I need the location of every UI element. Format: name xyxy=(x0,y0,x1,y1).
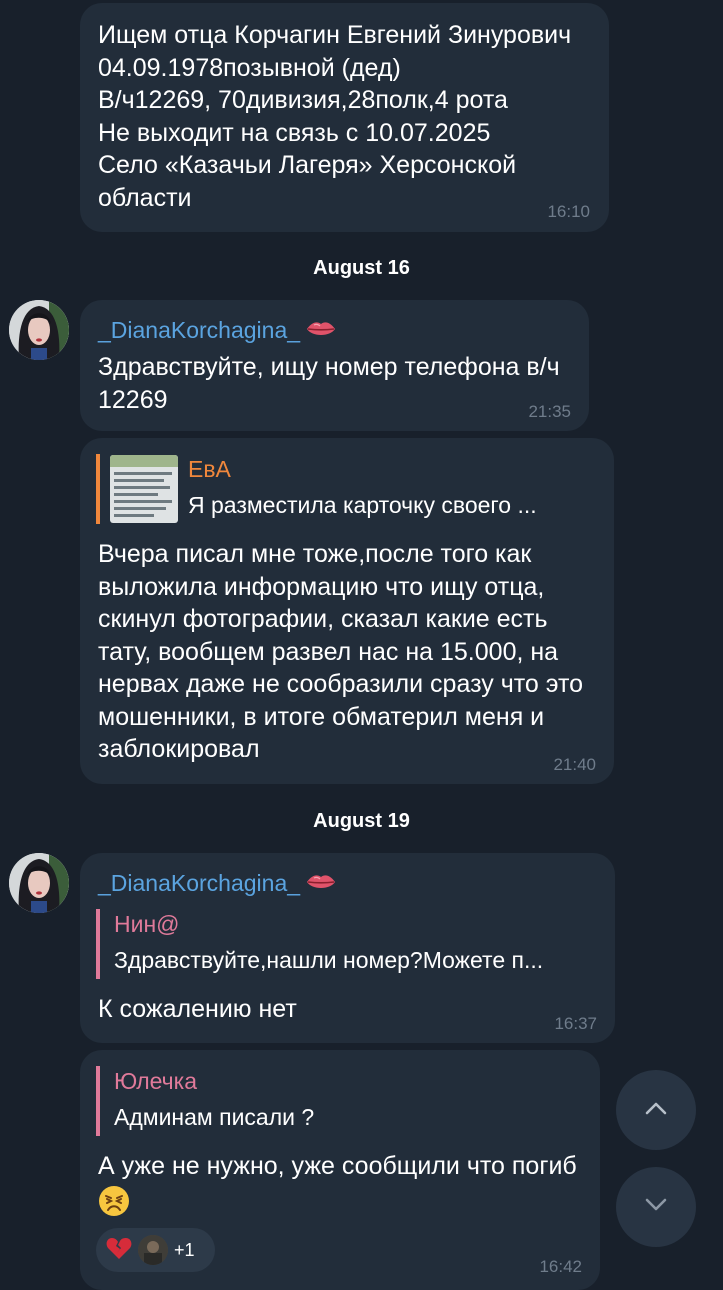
message-line: Здравствуйте, ищу номер телефона в/ч xyxy=(98,353,560,381)
date-separator: August 19 xyxy=(313,810,410,832)
reply-author: Юлечка xyxy=(114,1068,197,1094)
message-line: Вчера писал мне тоже,после того как xyxy=(98,540,532,568)
reply-preview[interactable]: Юлечка Админам писали ? xyxy=(96,1066,581,1136)
message-text: К сожалению нет xyxy=(98,993,297,1026)
message-line: скинул фотографии, сказал какие есть xyxy=(98,605,548,633)
message-line: 04.09.1978позывной (дед) xyxy=(98,53,401,82)
reply-preview[interactable]: Нин@ Здравствуйте,нашли номер?Можете п..… xyxy=(96,909,596,979)
message-bubble[interactable]: Ищем отца Корчагин Евгений Зинурович 04.… xyxy=(80,3,609,232)
scroll-down-button[interactable] xyxy=(616,1167,696,1247)
message-text: Вчера писал мне тоже,после того как выло… xyxy=(98,538,583,766)
message-line: 12269 xyxy=(98,385,168,414)
message-text: Здравствуйте, ищу номер телефона в/ч 122… xyxy=(98,351,560,416)
message-line: тату, вообщем развел нас на 15.000, на xyxy=(98,637,559,666)
scroll-up-button[interactable] xyxy=(616,1070,696,1150)
message-time: 21:35 xyxy=(528,402,571,421)
message-bubble[interactable]: ЕвА Я разместила карточку своего ... Вче… xyxy=(80,438,614,784)
reply-thumbnail xyxy=(110,455,178,523)
chevron-down-icon xyxy=(644,1198,668,1217)
reply-author: ЕвА xyxy=(188,456,231,482)
reply-author: Нин@ xyxy=(114,911,180,937)
message-line: выложила информацию что ищу отца, xyxy=(98,572,545,601)
sender-name-text: _DianaKorchagina_ xyxy=(98,317,301,343)
broken-heart-icon xyxy=(106,1236,132,1265)
message-line: области xyxy=(98,183,192,212)
avatar[interactable] xyxy=(9,853,69,913)
message-line: мошенники, в итоге обматерил меня и xyxy=(98,702,545,731)
reply-text: Я разместила карточку своего ... xyxy=(188,492,537,518)
reaction-button[interactable]: +1 xyxy=(96,1228,215,1272)
reply-text: Здравствуйте,нашли номер?Можете п... xyxy=(114,947,544,973)
message-time: 16:37 xyxy=(554,1014,597,1033)
message-text: Ищем отца Корчагин Евгений Зинурович 04.… xyxy=(98,19,571,214)
avatar[interactable] xyxy=(9,300,69,360)
message-time: 16:42 xyxy=(539,1257,582,1276)
message-line: нервах даже не сообразили сразу что это xyxy=(98,670,584,698)
message-line: А уже не нужно, уже сообщили что погиб xyxy=(98,1152,577,1180)
reaction-count: +1 xyxy=(174,1239,195,1260)
message-time: 16:10 xyxy=(547,202,590,221)
reply-preview[interactable]: ЕвА Я разместила карточку своего ... xyxy=(96,454,591,524)
message-time: 21:40 xyxy=(553,755,596,774)
lips-icon xyxy=(306,317,336,344)
message-bubble[interactable]: Юлечка Админам писали ? А уже не нужно, … xyxy=(80,1050,600,1290)
message-bubble[interactable]: _DianaKorchagina_ Нин@ Здравствуйте,нашл… xyxy=(80,853,615,1043)
sad-face-emoji xyxy=(98,1183,577,1219)
chevron-up-icon xyxy=(644,1101,668,1120)
reactor-avatar xyxy=(138,1235,168,1265)
message-line: Ищем отца Корчагин Евгений Зинурович xyxy=(98,21,572,49)
sender-name[interactable]: _DianaKorchagina_ xyxy=(98,317,336,344)
message-line: К сожалению нет xyxy=(98,995,297,1023)
reply-text: Админам писали ? xyxy=(114,1104,315,1130)
message-bubble[interactable]: _DianaKorchagina_ Здравствуйте, ищу номе… xyxy=(80,300,589,431)
sender-name[interactable]: _DianaKorchagina_ xyxy=(98,870,336,897)
message-line: В/ч12269, 70дивизия,28полк,4 рота xyxy=(98,86,508,114)
date-separator: August 16 xyxy=(313,257,410,279)
lips-icon xyxy=(306,870,336,897)
message-text: А уже не нужно, уже сообщили что погиб xyxy=(98,1150,577,1219)
message-line: Село «Казачьи Лагеря» Херсонской xyxy=(98,151,517,179)
message-line: заблокировал xyxy=(98,735,260,763)
chat-history[interactable]: Ищем отца Корчагин Евгений Зинурович 04.… xyxy=(0,0,723,1290)
message-line: Не выходит на связь с 10.07.2025 xyxy=(98,118,491,147)
sender-name-text: _DianaKorchagina_ xyxy=(98,870,301,896)
